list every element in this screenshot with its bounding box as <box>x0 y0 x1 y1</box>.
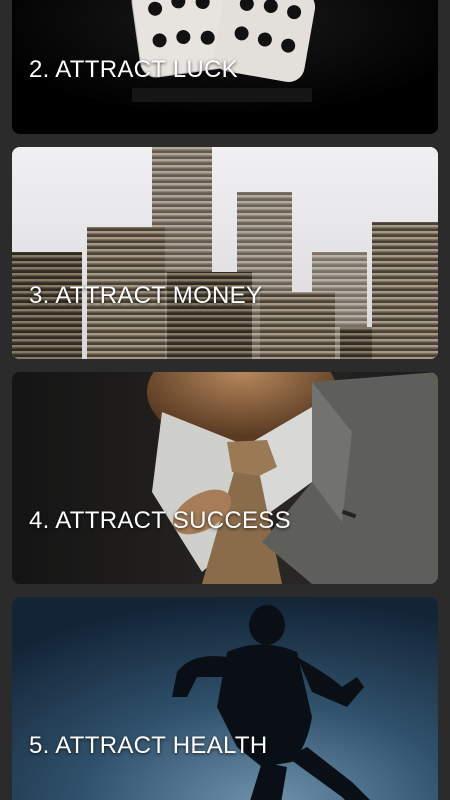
card-attract-health[interactable]: 5. ATTRACT HEALTH <box>12 597 438 800</box>
runner-silhouette-image <box>12 597 438 800</box>
card-title: 2. ATTRACT LUCK <box>29 56 238 83</box>
card-title: 4. ATTRACT SUCCESS <box>29 507 291 534</box>
businessman-tie-image <box>12 372 438 584</box>
category-list: 2. ATTRACT LUCK 3. ATTRACT MONEY 4. ATTR… <box>0 0 450 800</box>
card-title: 5. ATTRACT HEALTH <box>29 732 268 759</box>
card-title: 3. ATTRACT MONEY <box>29 282 263 309</box>
card-attract-success[interactable]: 4. ATTRACT SUCCESS <box>12 372 438 584</box>
card-attract-luck[interactable]: 2. ATTRACT LUCK <box>12 0 438 134</box>
card-attract-money[interactable]: 3. ATTRACT MONEY <box>12 147 438 359</box>
coin-stacks-image <box>12 147 438 359</box>
